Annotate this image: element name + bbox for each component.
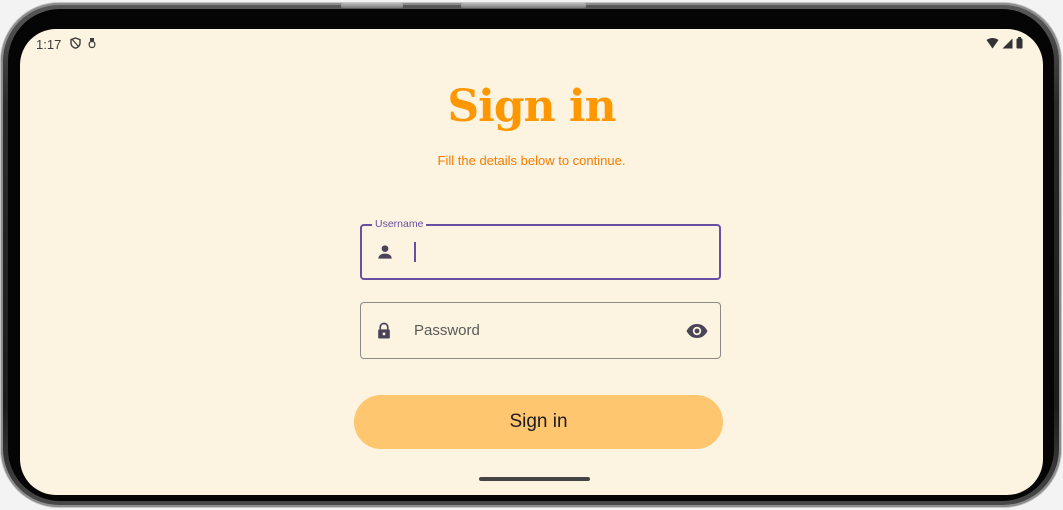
sign-in-button[interactable]: Sign in (354, 395, 723, 449)
password-field[interactable]: Password (360, 302, 721, 359)
text-cursor (414, 242, 416, 262)
app-screen: 1:17 Sign in Fill the details below to c… (20, 29, 1043, 495)
tag-icon (88, 38, 96, 49)
phone-frame: 1:17 Sign in Fill the details below to c… (1, 3, 1061, 507)
page-subtitle: Fill the details below to continue. (437, 153, 626, 168)
status-icons-left (70, 37, 96, 49)
lock-icon (378, 322, 390, 338)
person-icon (378, 245, 392, 259)
volume-button (341, 3, 403, 8)
home-indicator[interactable] (479, 477, 590, 481)
signal-icon (1002, 38, 1013, 48)
page-title: Sign in (447, 81, 616, 132)
username-field[interactable]: Username (360, 218, 721, 280)
status-icons-right (986, 37, 1023, 49)
password-placeholder: Password (414, 322, 480, 339)
status-bar: 1:17 (20, 29, 1043, 57)
eye-icon[interactable] (685, 319, 709, 343)
username-label: Username (372, 218, 427, 230)
battery-icon (1016, 37, 1023, 49)
status-time: 1:17 (36, 37, 62, 52)
wifi-icon (986, 37, 999, 48)
shield-icon (70, 37, 81, 49)
power-button (461, 3, 586, 8)
